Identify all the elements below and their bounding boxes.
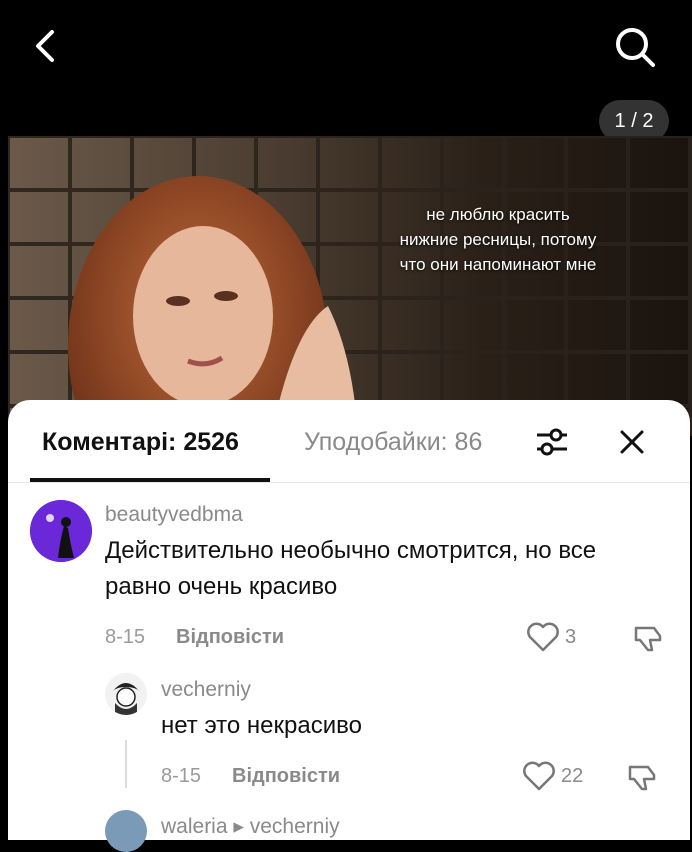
reply-username[interactable]: vecherniy <box>161 678 251 702</box>
post-photo[interactable]: не люблю красить нижние ресницы, потому … <box>8 136 692 436</box>
dislike-button[interactable] <box>626 761 658 793</box>
reply-text: нет это некрасиво <box>161 712 362 739</box>
reply-username[interactable]: waleria ▸ vecherniy <box>161 814 340 839</box>
chevron-left-icon <box>36 30 54 62</box>
avatar-image <box>105 673 147 715</box>
reply-button[interactable]: Відповісти <box>232 765 340 788</box>
avatar[interactable] <box>105 810 147 852</box>
active-tab-indicator <box>30 478 270 482</box>
search-button[interactable] <box>610 22 660 72</box>
avatar-image <box>30 500 92 562</box>
like-button[interactable] <box>522 761 556 791</box>
top-bar: 1 / 2 <box>0 0 692 142</box>
reply-date: 8-15 <box>161 765 202 787</box>
tab-comments[interactable]: Коментарі: 2526 <box>42 428 239 457</box>
back-button[interactable] <box>26 22 66 70</box>
reply-button[interactable]: Відповісти <box>176 626 284 649</box>
thumbs-down-icon <box>634 626 662 652</box>
avatar[interactable] <box>105 673 147 715</box>
like-button[interactable] <box>526 622 560 652</box>
post-caption: не люблю красить нижние ресницы, потому … <box>399 205 597 274</box>
avatar[interactable] <box>30 500 92 562</box>
heart-icon <box>527 622 559 652</box>
close-icon <box>620 430 644 454</box>
sliders-icon <box>537 428 567 456</box>
comment-date: 8-15 <box>105 626 146 648</box>
like-count: 22 <box>561 765 584 787</box>
comment-text: Действительно необычно смотрится, но все… <box>105 537 597 600</box>
filter-button[interactable] <box>534 424 570 460</box>
comments-tabs: Коментарі: 2526 Уподобайки: 86 <box>8 400 690 483</box>
thread-line <box>125 740 127 788</box>
thumbs-down-icon <box>628 765 656 791</box>
comment-username[interactable]: beautyvedbma <box>105 503 243 527</box>
close-button[interactable] <box>616 426 648 458</box>
like-count: 3 <box>565 626 577 648</box>
comments-sheet: Коментарі: 2526 Уподобайки: 86 beautyved… <box>8 400 690 852</box>
tab-likes[interactable]: Уподобайки: 86 <box>304 428 512 457</box>
dislike-button[interactable] <box>632 622 664 654</box>
search-icon <box>616 28 655 67</box>
heart-icon <box>523 761 555 791</box>
photo-illustration <box>8 136 692 436</box>
